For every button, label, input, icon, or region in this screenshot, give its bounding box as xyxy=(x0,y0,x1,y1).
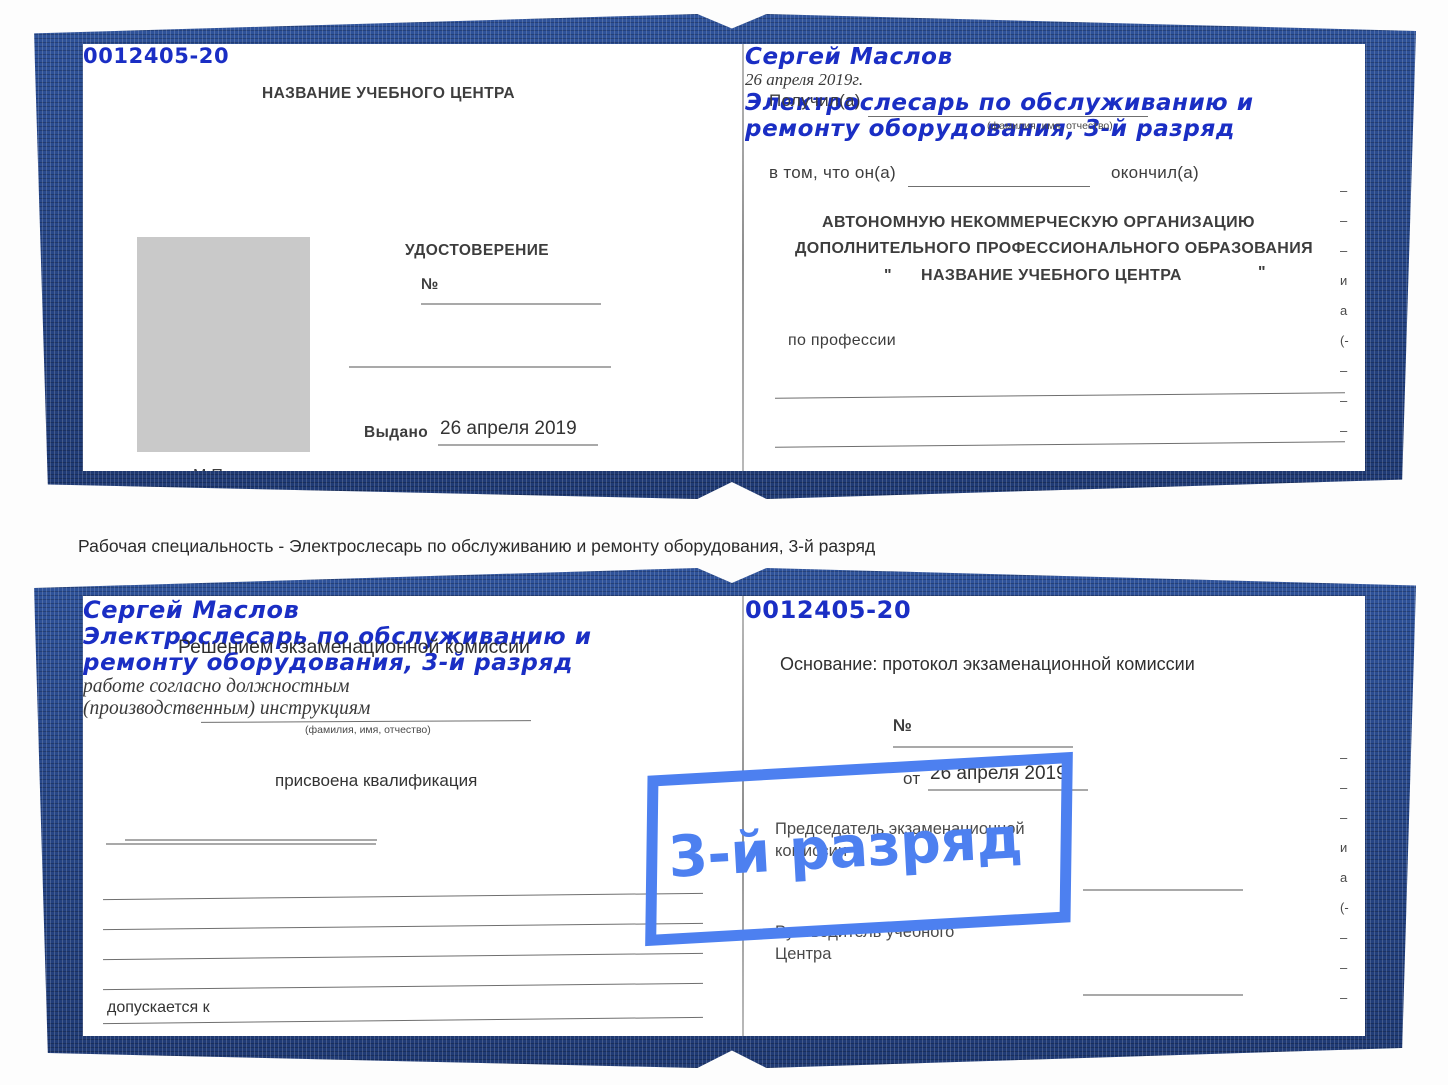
blank-line-2 xyxy=(103,922,703,931)
edge-glyphs-bottom: – – – и а (- – – – xyxy=(1340,751,1349,1021)
head-line2-bottom: Центра xyxy=(775,945,832,963)
edge-glyph: – xyxy=(1340,750,1348,765)
decision-title-bottom: Решением экзаменационной комиссии xyxy=(178,636,530,658)
profession-rule2-top xyxy=(775,441,1345,448)
doc-type-top: УДОСТОВЕРЕНИЕ xyxy=(405,242,549,259)
edge-glyph: – xyxy=(1340,930,1348,945)
edge-glyph: – xyxy=(1340,960,1348,975)
received-label-top: Получил(а) xyxy=(769,91,861,110)
page-top-right: Получил(а) Сергей Маслов (фамилия, имя, … xyxy=(745,44,1365,471)
edge-glyph: а xyxy=(1340,303,1348,318)
org-quote-close-top: " xyxy=(1258,264,1266,281)
number-rule-top xyxy=(421,303,601,305)
certificate-top: НАЗВАНИЕ УЧЕБНОГО ЦЕНТРА УДОСТОВЕРЕНИЕ №… xyxy=(34,14,1416,499)
from-label-bottom: от xyxy=(903,769,921,788)
fio-hint-top: (фамилия, имя, отчество) xyxy=(987,120,1113,132)
blank-line-3 xyxy=(103,952,703,961)
head-sign-rule xyxy=(1083,994,1243,996)
from-value-bottom: 26 апреля 2019 xyxy=(930,763,1067,784)
admitted-value-line1-bottom: работе согласно должностным xyxy=(83,676,350,697)
received-value-top: Сергей Маслов xyxy=(745,44,953,70)
number-value-bottom: 0012405-20 xyxy=(745,596,912,624)
blank-line-4 xyxy=(103,982,703,991)
blank-line-1 xyxy=(103,892,703,901)
certificate-bottom: Решением экзаменационной комиссии Сергей… xyxy=(34,568,1416,1068)
edge-glyph: – xyxy=(1340,213,1348,228)
book-gutter-bottom xyxy=(742,596,744,1036)
in-that-label-top: в том, что он(а) xyxy=(769,163,896,182)
in-that-rule-top xyxy=(908,186,1090,187)
name-rule-bottom xyxy=(200,720,532,723)
profession-rule1-top xyxy=(775,392,1345,399)
page-bottom-left: Решением экзаменационной комиссии Сергей… xyxy=(83,596,713,1036)
org-quote-open-top: " xyxy=(884,267,892,284)
number-symbol-top: № xyxy=(421,276,439,293)
qual-rule1-bottom xyxy=(125,839,377,841)
caption-text: Рабочая специальность - Электрослесарь п… xyxy=(78,536,876,556)
number-rule-bottom xyxy=(893,746,1073,748)
photo-placeholder xyxy=(137,237,310,452)
admitted-rule-1 xyxy=(103,1016,703,1025)
qual-rule1b-bottom xyxy=(106,843,376,845)
name-value-bottom: Сергей Маслов xyxy=(83,596,300,624)
edge-glyph: – xyxy=(1340,183,1348,198)
edge-glyph: – xyxy=(1340,810,1348,825)
edge-glyph: – xyxy=(1340,363,1348,378)
admitted-value-line2-bottom: (производственным) инструкциям xyxy=(83,698,371,719)
edge-glyph: – xyxy=(1340,990,1348,1005)
seal-label-top: М.П. xyxy=(193,467,228,471)
certificates-page: НАЗВАНИЕ УЧЕБНОГО ЦЕНТРА УДОСТОВЕРЕНИЕ №… xyxy=(0,0,1448,1085)
edge-glyph: (- xyxy=(1340,900,1349,915)
book-gutter-top xyxy=(742,44,744,471)
basis-label-bottom: Основание: протокол экзаменационной коми… xyxy=(780,654,1195,674)
admitted-label-bottom: допускается к xyxy=(107,999,210,1016)
edge-glyph: и xyxy=(1340,273,1348,288)
received-rule-top xyxy=(868,116,1148,117)
number-symbol-bottom: № xyxy=(893,716,913,735)
org-line3-top: НАЗВАНИЕ УЧЕБНОГО ЦЕНТРА xyxy=(921,267,1182,284)
number-value-top: 0012405-20 xyxy=(83,44,230,68)
finished-label-top: окончил(а) xyxy=(1111,163,1199,182)
edge-glyph: а xyxy=(1340,870,1348,885)
edge-glyph: – xyxy=(1340,243,1348,258)
org-line1-top: АВТОНОМНУЮ НЕКОММЕРЧЕСКУЮ ОРГАНИЗАЦИЮ xyxy=(822,214,1255,231)
page-top-left: НАЗВАНИЕ УЧЕБНОГО ЦЕНТРА УДОСТОВЕРЕНИЕ №… xyxy=(83,44,713,471)
fio-hint-bottom: (фамилия, имя, отчество) xyxy=(305,724,431,736)
head-line1-bottom: Руководитель учебного xyxy=(775,923,955,941)
chairman-sign-rule xyxy=(1083,889,1243,891)
issued-label-top: Выдано xyxy=(364,424,429,441)
org-title-top: НАЗВАНИЕ УЧЕБНОГО ЦЕНТРА xyxy=(262,85,515,102)
edge-glyph: – xyxy=(1340,393,1348,408)
blank-rule-top xyxy=(349,366,611,368)
edge-glyph: и xyxy=(1340,840,1348,855)
qualification-label-bottom: присвоена квалификация xyxy=(275,771,478,790)
issued-value-top: 26 апреля 2019 xyxy=(440,418,577,439)
edge-glyph: – xyxy=(1340,780,1348,795)
org-line2-top: ДОПОЛНИТЕЛЬНОГО ПРОФЕССИОНАЛЬНОГО ОБРАЗО… xyxy=(795,240,1314,257)
edge-glyph: – xyxy=(1340,423,1348,438)
edge-glyph: (- xyxy=(1340,333,1349,348)
edge-glyphs-top: – – – и а (- – – – xyxy=(1340,184,1349,454)
profession-label-top: по профессии xyxy=(788,332,897,349)
in-that-value-top: 26 апреля 2019г. xyxy=(745,70,864,89)
from-rule-bottom xyxy=(928,789,1088,791)
issued-rule-top xyxy=(438,444,598,446)
